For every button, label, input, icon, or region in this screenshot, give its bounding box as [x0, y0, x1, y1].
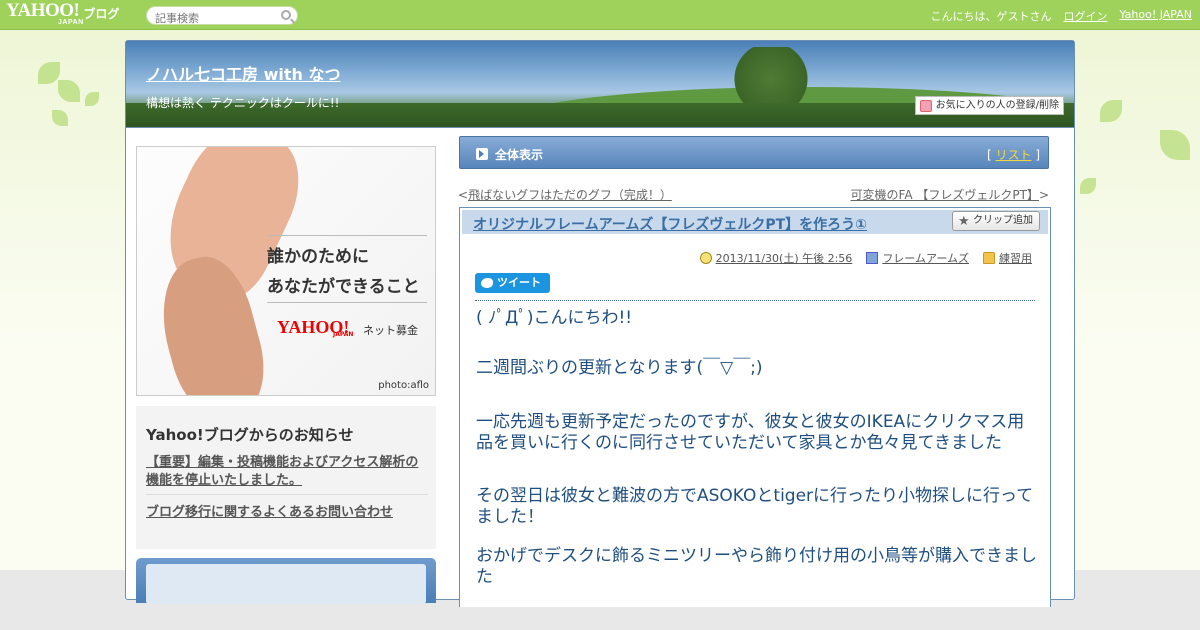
- star-icon: ★: [958, 214, 970, 229]
- all-view-label[interactable]: 全体表示: [495, 146, 543, 163]
- prev-arrow: <: [458, 188, 469, 202]
- favorite-button[interactable]: お気に入りの人の登録/削除: [914, 96, 1064, 115]
- user-nav: こんにちは、ゲストさん ログイン Yahoo! JAPAN: [930, 8, 1192, 24]
- all-view-bar: 全体表示 [ リスト ]: [459, 136, 1049, 169]
- entry-category-link[interactable]: フレームアームズ: [882, 252, 969, 265]
- ad-divider: [267, 302, 427, 303]
- notice-link[interactable]: ブログ移行に関するよくあるお問い合わせ: [146, 501, 393, 520]
- search-icon[interactable]: [281, 10, 291, 20]
- list-link[interactable]: リスト: [995, 148, 1031, 162]
- blog-container: ノハル七コ工房 with なつ 構想は熱く テクニックはクールに!! お気に入り…: [125, 40, 1075, 607]
- blog-description: 構想は熱く テクニックはクールに!!: [146, 96, 340, 110]
- logo-brand: YAHOO!: [6, 0, 80, 21]
- notice-divider: [146, 494, 428, 495]
- login-link[interactable]: ログイン: [1063, 8, 1107, 24]
- ad-net-donation: ネット募金: [363, 324, 418, 337]
- ad-headline: 誰かのために: [267, 247, 369, 267]
- favorite-label: お気に入りの人の登録/削除: [935, 100, 1059, 111]
- logo-sub: JAPAN: [58, 19, 84, 26]
- entry-folder-wrap: 練習用: [983, 250, 1032, 266]
- entry-paragraph: 一応先週も更新予定だったのですが、彼女と彼女のIKEAにクリクマス用品を買いに行…: [476, 412, 1025, 453]
- bracket: [: [986, 148, 992, 162]
- blog-header: ノハル七コ工房 with なつ 構想は熱く テクニックはクールに!! お気に入り…: [126, 41, 1074, 127]
- clock-icon: [699, 252, 712, 264]
- notice-box: Yahoo!ブログからのお知らせ 【重要】編集・投稿機能およびアクセス解析の機能…: [136, 406, 436, 549]
- sidebar-widget-body: [146, 564, 426, 604]
- tweet-button[interactable]: ツイート: [475, 273, 550, 293]
- clip-label: クリップ追加: [973, 215, 1033, 226]
- ad-logo-sub: JAPAN: [333, 331, 354, 338]
- entry-title[interactable]: オリジナルフレームアームズ【フレズヴェルクPT】を作ろう①: [473, 214, 867, 234]
- blog-title[interactable]: ノハル七コ工房 with なつ: [146, 61, 340, 85]
- leaf-decoration: [52, 110, 68, 126]
- book-icon: [866, 252, 879, 264]
- next-post-nav: 可変機のFA 【フレズヴェルクPT】>: [851, 186, 1049, 203]
- tweet-label: ツイート: [497, 276, 541, 289]
- folder-icon: [983, 252, 995, 264]
- top-bar: YAHOO! JAPAN ブログ こんにちは、ゲストさん ログイン Yahoo!…: [0, 0, 1200, 30]
- next-arrow: >: [1038, 188, 1049, 202]
- entry-category-wrap: フレームアームズ: [866, 250, 969, 266]
- greeting-text: こんにちは、ゲストさん: [930, 10, 1052, 23]
- heart-icon: [919, 100, 932, 112]
- entry-paragraph: 二週間ぶりの更新となります(￣▽￣;): [476, 358, 763, 378]
- sidebar-widget: [136, 558, 436, 604]
- list-link-wrapper: [ リスト ]: [987, 146, 1040, 163]
- next-post-link[interactable]: 可変機のFA 【フレズヴェルクPT】: [851, 188, 1039, 202]
- arrow-right-icon: [476, 148, 488, 160]
- blog-entry: オリジナルフレームアームズ【フレズヴェルクPT】を作ろう① ★ クリップ追加 2…: [459, 207, 1051, 607]
- entry-date-wrap: 2013/11/30(土) 午後 2:56: [699, 250, 853, 266]
- yahoo-blog-logo[interactable]: YAHOO! JAPAN ブログ: [6, 0, 120, 28]
- entry-title-bar: オリジナルフレームアームズ【フレズヴェルクPT】を作ろう① ★ クリップ追加: [462, 210, 1048, 234]
- ad-divider: [267, 235, 427, 236]
- entry-paragraph: おかげでデスクに飾るミニツリーやら飾り付け用の小鳥等が購入できました: [476, 546, 1037, 587]
- notice-link[interactable]: 【重要】編集・投稿機能およびアクセス解析の機能を停止いたしました。: [146, 454, 431, 490]
- twitter-bird-icon: [481, 278, 493, 288]
- entry-paragraph: その翌日は彼女と難波の方でASOKOとtigerに行ったり小物探しに行ってました…: [476, 486, 1034, 527]
- entry-paragraph: ( ﾉﾟДﾟ)こんにちわ!!: [476, 308, 633, 328]
- entry-date-link[interactable]: 2013/11/30(土) 午後 2:56: [716, 252, 853, 265]
- notice-heading: Yahoo!ブログからのお知らせ: [146, 426, 354, 444]
- ad-photo-credit: photo:aflo: [378, 380, 429, 391]
- entry-meta: 2013/11/30(土) 午後 2:56 フレームアームズ 練習用: [699, 250, 1032, 266]
- donation-ad-banner[interactable]: 誰かのために あなたができること YAHOO! JAPAN ネット募金 phot…: [136, 146, 436, 396]
- yahoo-japan-link[interactable]: Yahoo! JAPAN: [1119, 8, 1192, 24]
- clip-add-button[interactable]: ★ クリップ追加: [952, 211, 1040, 231]
- entry-divider: [475, 300, 1035, 301]
- entry-folder-link[interactable]: 練習用: [999, 252, 1032, 265]
- header-divider: [126, 127, 1074, 128]
- search-input[interactable]: [155, 10, 283, 27]
- prev-post-link[interactable]: 飛ばないグフはただのグフ（完成！）: [468, 188, 672, 202]
- search-box: [146, 6, 298, 27]
- prev-post-nav: <飛ばないグフはただのグフ（完成！）: [458, 186, 672, 203]
- bracket: ]: [1035, 148, 1040, 162]
- ad-headline: あなたができること: [267, 277, 420, 297]
- logo-blog: ブログ: [83, 7, 120, 21]
